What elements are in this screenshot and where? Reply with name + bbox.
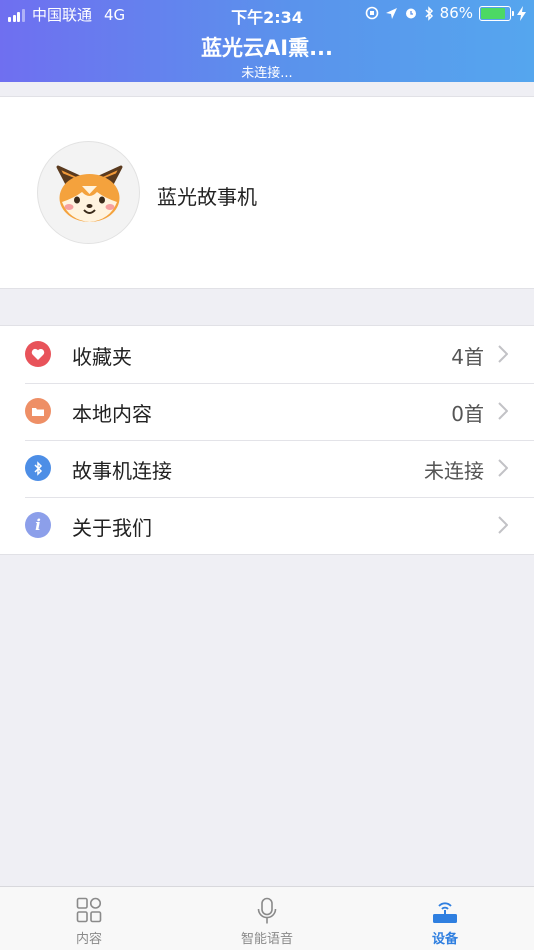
device-name: 蓝光故事机 [157,185,257,209]
microphone-icon [257,897,277,924]
battery-percent: 86% [439,4,473,22]
status-bar: 中国联通 4G 下午2:34 86% [0,0,534,28]
info-icon: i [25,512,51,538]
menu-item-device-connection[interactable]: 故事机连接 未连接 [0,440,534,497]
chevron-right-icon [498,345,508,363]
device-profile-card: 蓝光故事机 [0,96,534,289]
grid-icon [76,897,102,923]
alarm-icon [405,8,416,19]
folder-icon [25,398,51,424]
tab-smart-voice[interactable]: 智能语音 [178,887,356,950]
tab-label: 智能语音 [240,932,293,947]
menu-item-value: 未连接 [424,459,484,483]
battery-icon [479,5,514,21]
settings-menu: 收藏夹 4首 本地内容 0首 故事机连接 未连接 i 关于我们 [0,325,534,555]
tab-device[interactable]: 设备 [356,887,534,950]
menu-item-favorites[interactable]: 收藏夹 4首 [0,326,534,383]
heart-icon [25,341,51,367]
menu-item-local-content[interactable]: 本地内容 0首 [0,383,534,440]
tab-content[interactable]: 内容 [0,887,178,950]
fox-avatar-icon[interactable] [37,141,140,244]
tab-bar: 内容 智能语音 设备 [0,886,534,950]
tab-label: 设备 [431,932,458,947]
menu-item-label: 本地内容 [72,402,152,426]
menu-item-label: 故事机连接 [72,459,172,483]
menu-item-value: 0首 [451,402,484,426]
nav-title: 蓝光云AI熏... [201,36,333,60]
location-icon [385,7,397,19]
chevron-right-icon [498,459,508,477]
menu-item-about-us[interactable]: i 关于我们 [0,497,534,554]
menu-item-label: 收藏夹 [72,345,132,369]
menu-item-label: 关于我们 [72,516,152,540]
menu-item-value: 4首 [451,345,484,369]
charging-icon [517,5,526,21]
connection-status: 未连接... [241,66,293,81]
orientation-lock-icon [365,6,378,20]
header: 中国联通 4G 下午2:34 86% 蓝光云AI熏... 未连接... [0,0,534,82]
bluetooth-icon [25,455,51,481]
tab-label: 内容 [75,932,102,947]
chevron-right-icon [498,402,508,420]
bluetooth-status-icon [425,5,433,21]
chevron-right-icon [498,516,508,534]
router-icon [433,902,457,923]
